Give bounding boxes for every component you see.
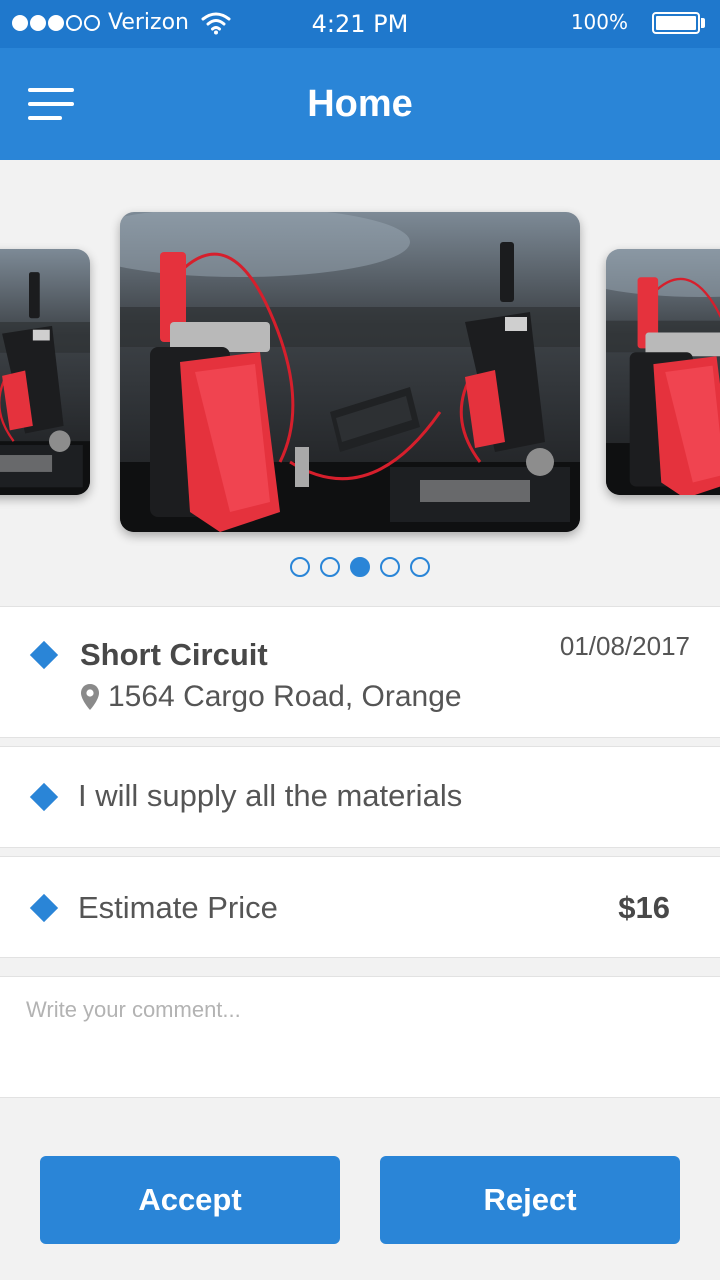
price-value: $16	[618, 890, 670, 925]
carousel-dot[interactable]	[380, 557, 400, 577]
materials-note: I will supply all the materials	[78, 778, 463, 813]
price-label: Estimate Price	[78, 890, 278, 925]
status-bar: Verizon 4:21 PM 100%	[0, 0, 720, 48]
accept-button[interactable]: Accept	[40, 1156, 340, 1244]
battery-tip	[701, 18, 705, 28]
materials-card: I will supply all the materials	[0, 746, 720, 848]
carousel-slide-previous[interactable]	[0, 249, 90, 495]
diamond-bullet-icon	[29, 782, 59, 812]
carousel-dot-active[interactable]	[350, 557, 370, 577]
diamond-bullet-icon	[29, 640, 59, 670]
image-carousel[interactable]	[0, 160, 720, 600]
carousel-dot[interactable]	[290, 557, 310, 577]
comment-card	[0, 976, 720, 1098]
location-pin-icon	[81, 684, 99, 710]
carousel-pagination	[0, 557, 720, 577]
carousel-dot[interactable]	[410, 557, 430, 577]
carousel-slide-next[interactable]	[606, 249, 720, 495]
job-card: Short Circuit 01/08/2017 1564 Cargo Road…	[0, 606, 720, 738]
job-title: Short Circuit	[80, 637, 268, 672]
nav-bar: Home	[0, 48, 720, 160]
battery-percentage: 100%	[570, 10, 628, 34]
job-date: 01/08/2017	[559, 631, 690, 661]
comment-input[interactable]	[0, 977, 720, 1097]
price-card: Estimate Price $16	[0, 856, 720, 958]
page-title: Home	[307, 83, 413, 125]
battery-icon	[652, 12, 700, 34]
carousel-slide-current[interactable]	[120, 212, 580, 532]
reject-button[interactable]: Reject	[380, 1156, 680, 1244]
diamond-bullet-icon	[29, 893, 59, 923]
carousel-dot[interactable]	[320, 557, 340, 577]
job-address: 1564 Cargo Road, Orange	[108, 680, 462, 713]
